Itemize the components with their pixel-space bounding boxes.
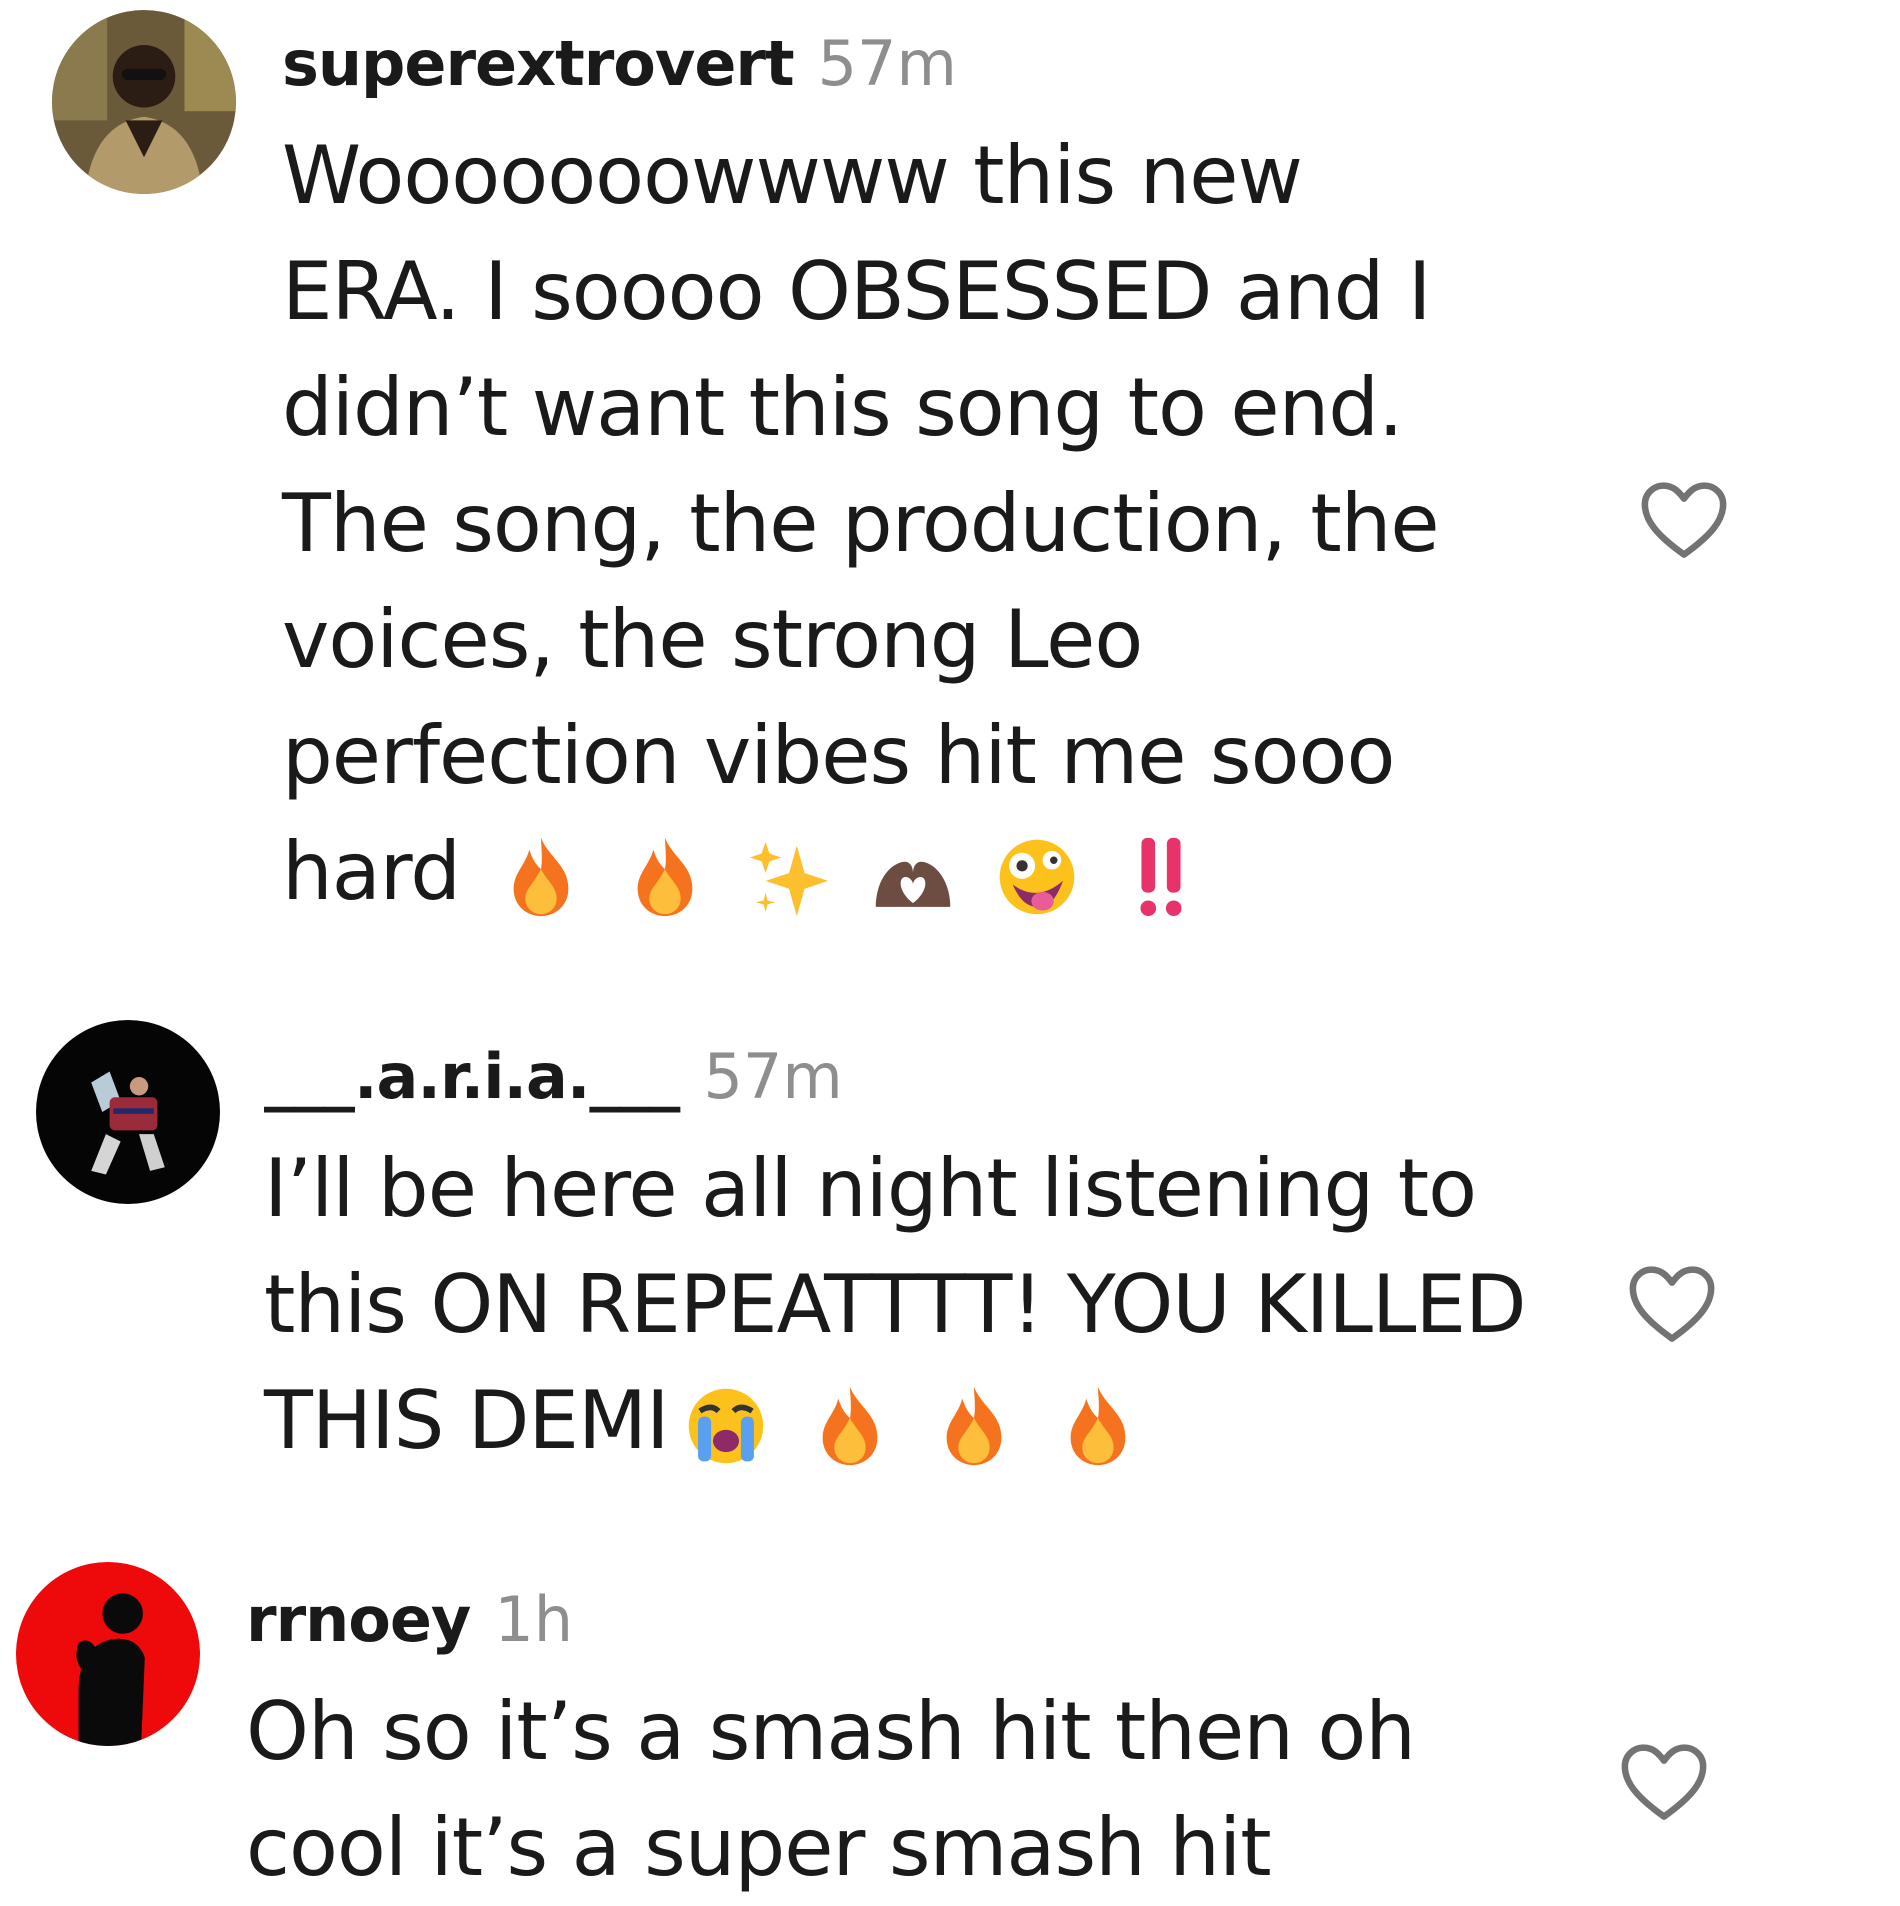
- comment-text-fragment: hard: [282, 825, 461, 918]
- timestamp[interactable]: 57m: [818, 27, 957, 100]
- comment-text-line-last: hard: [282, 814, 1439, 930]
- zany-face-emoji: [996, 834, 1078, 920]
- avatar-photo-icon: [36, 1020, 220, 1204]
- sparkles-emoji: [748, 834, 830, 920]
- crying-face-emoji: [685, 1383, 767, 1469]
- comment-meta: superextrovert 57m: [282, 8, 1439, 118]
- fire-emoji: [500, 834, 582, 920]
- comment-body: rrnoey 1h Oh so it’s a smash hit then oh…: [246, 1564, 1416, 1906]
- like-button[interactable]: [1638, 480, 1730, 562]
- comment-text-line: I’ll be here all night listening to: [264, 1142, 1477, 1235]
- comment-text-line: didn’t want this song to end.: [282, 361, 1403, 454]
- comment-text-line: Oh so it’s a smash hit then oh: [246, 1685, 1416, 1778]
- heart-hands-emoji: [872, 834, 954, 920]
- comment-text-line: cool it’s a super smash hit: [246, 1801, 1272, 1894]
- comment-text-line: voices, the strong Leo: [282, 593, 1143, 686]
- like-button[interactable]: [1626, 1264, 1718, 1346]
- comment-text-line: Wooooooowwww this new: [282, 129, 1303, 222]
- comment-text-line-last: THIS DEMI: [264, 1363, 1526, 1479]
- like-button[interactable]: [1618, 1742, 1710, 1824]
- avatar-rrnoey[interactable]: [16, 1562, 200, 1746]
- double-exclamation-emoji: [1120, 834, 1202, 920]
- timestamp[interactable]: 57m: [703, 1040, 842, 1113]
- comment-text-line: perfection vibes hit me sooo: [282, 709, 1395, 802]
- avatar-silhouette-icon: [16, 1562, 200, 1746]
- fire-emoji: [933, 1383, 1015, 1469]
- avatar-superextrovert[interactable]: [52, 10, 236, 194]
- comment-text: Wooooooowwww this new ERA. I soooo OBSES…: [282, 118, 1440, 930]
- heart-outline-icon: [1621, 1744, 1707, 1820]
- heart-outline-icon: [1641, 482, 1727, 558]
- avatar-photo-icon: [52, 10, 236, 194]
- emoji-row: [500, 834, 1202, 920]
- comment-text-fragment: THIS DEMI: [264, 1374, 670, 1467]
- fire-emoji: [1057, 1383, 1139, 1469]
- comment-meta: rrnoey 1h: [246, 1564, 1415, 1674]
- avatar-aria[interactable]: [36, 1020, 220, 1204]
- comment-text: Oh so it’s a smash hit then oh cool it’s…: [246, 1674, 1416, 1906]
- comment-text-line: ERA. I soooo OBSESSED and I: [282, 245, 1431, 338]
- comment-body: superextrovert 57m Wooooooowwww this new…: [282, 8, 1440, 930]
- comment-text: I’ll be here all night listening to this…: [264, 1131, 1527, 1479]
- username-link[interactable]: rrnoey: [246, 1583, 471, 1656]
- username-link[interactable]: ___.a.r.i.a.___: [264, 1040, 680, 1113]
- fire-emoji: [624, 834, 706, 920]
- comment-meta: ___.a.r.i.a.___ 57m: [264, 1021, 1526, 1131]
- comment-text-line: The song, the production, the: [282, 477, 1440, 570]
- username-link[interactable]: superextrovert: [282, 27, 795, 100]
- emoji-row: [685, 1383, 1139, 1469]
- timestamp[interactable]: 1h: [494, 1583, 573, 1656]
- heart-outline-icon: [1629, 1266, 1715, 1342]
- fire-emoji: [809, 1383, 891, 1469]
- comment-body: ___.a.r.i.a.___ 57m I’ll be here all nig…: [264, 1021, 1527, 1479]
- comment-text-line: this ON REPEATTTT! YOU KILLED: [264, 1258, 1527, 1351]
